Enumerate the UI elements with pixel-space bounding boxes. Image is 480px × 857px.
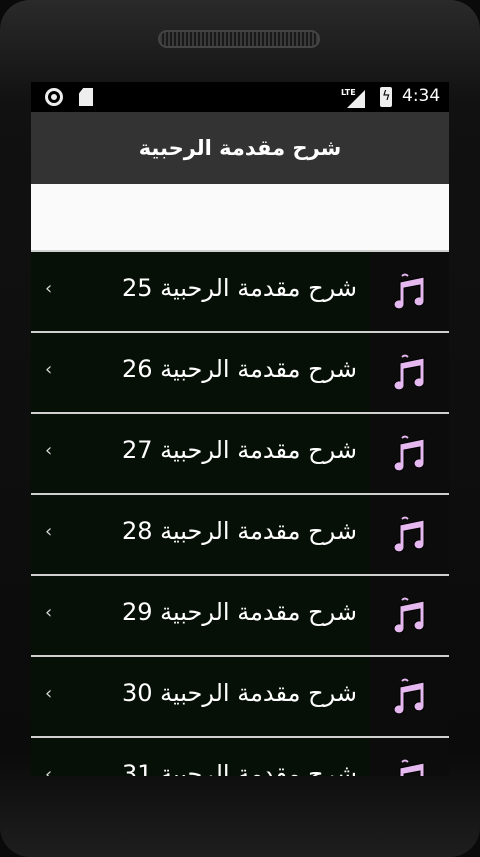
list-item[interactable]: ‹ شرح مقدمة الرحبية 25 <box>31 250 449 331</box>
sd-card-icon <box>79 88 93 106</box>
list-item-label: شرح مقدمة الرحبية 26 <box>121 355 357 383</box>
list-item[interactable]: ‹ شرح مقدمة الرحبية 28 <box>31 493 449 574</box>
list-item-icon-cell <box>370 495 449 574</box>
music-note-icon <box>393 597 424 633</box>
list-item-icon-cell <box>370 252 449 331</box>
list-item-label: شرح مقدمة الرحبية 25 <box>121 274 357 302</box>
music-note-icon <box>393 273 424 309</box>
chevron-left-icon: ‹ <box>45 764 53 776</box>
list-item[interactable]: ‹ شرح مقدمة الرحبية 27 <box>31 412 449 493</box>
status-time: 4:34 <box>402 86 441 106</box>
battery-charging-icon: ϟ <box>380 87 392 107</box>
list-item[interactable]: ‹ شرح مقدمة الرحبية 26 <box>31 331 449 412</box>
music-note-icon <box>399 759 424 776</box>
list-item-icon-cell <box>370 738 449 776</box>
list-item-icon-cell <box>370 576 449 655</box>
music-note-icon <box>393 516 424 552</box>
list-item-icon-cell <box>370 657 449 736</box>
chevron-left-icon: ‹ <box>45 359 53 380</box>
chevron-left-icon: ‹ <box>45 683 53 704</box>
chevron-left-icon: ‹ <box>45 602 53 623</box>
bolt-icon: ϟ <box>382 89 391 104</box>
record-icon <box>45 88 63 106</box>
chevron-left-icon: ‹ <box>45 440 53 461</box>
list-item-icon-cell <box>370 333 449 412</box>
signal-indicator: LTE <box>341 88 365 108</box>
music-note-icon <box>393 435 424 471</box>
list-item[interactable]: ‹ شرح مقدمة الرحبية 29 <box>31 574 449 655</box>
music-note-icon <box>393 678 424 714</box>
list-item-label: شرح مقدمة الرحبية 27 <box>121 436 357 464</box>
list-item-label: شرح مقدمة الرحبية 30 <box>121 679 357 707</box>
chevron-left-icon: ‹ <box>45 521 53 542</box>
status-bar: LTE ϟ 4:34 <box>31 82 449 112</box>
lesson-list: ‹ شرح مقدمة الرحبية 25 ‹ شرح مقدمة الرحب… <box>31 250 449 776</box>
music-note-icon <box>393 354 424 390</box>
network-type-label: LTE <box>341 88 356 97</box>
page-title: شرح مقدمة الرحبية <box>138 136 342 160</box>
list-item-label: شرح مقدمة الرحبية 31 <box>121 760 357 776</box>
list-item-label: شرح مقدمة الرحبية 29 <box>121 598 357 626</box>
ad-banner[interactable] <box>31 184 449 250</box>
list-item-icon-cell <box>370 414 449 493</box>
speaker-grille <box>158 30 320 48</box>
list-item[interactable]: ‹ شرح مقدمة الرحبية 30 <box>31 655 449 736</box>
list-item[interactable]: ‹ شرح مقدمة الرحبية 31 <box>31 736 449 776</box>
app-toolbar: شرح مقدمة الرحبية <box>31 112 449 184</box>
phone-frame: LTE ϟ 4:34 شرح مقدمة الرحبية ‹ شرح مقدمة… <box>0 0 480 857</box>
list-item-label: شرح مقدمة الرحبية 28 <box>121 517 357 545</box>
chevron-left-icon: ‹ <box>45 278 53 299</box>
screen: LTE ϟ 4:34 شرح مقدمة الرحبية ‹ شرح مقدمة… <box>31 82 449 776</box>
